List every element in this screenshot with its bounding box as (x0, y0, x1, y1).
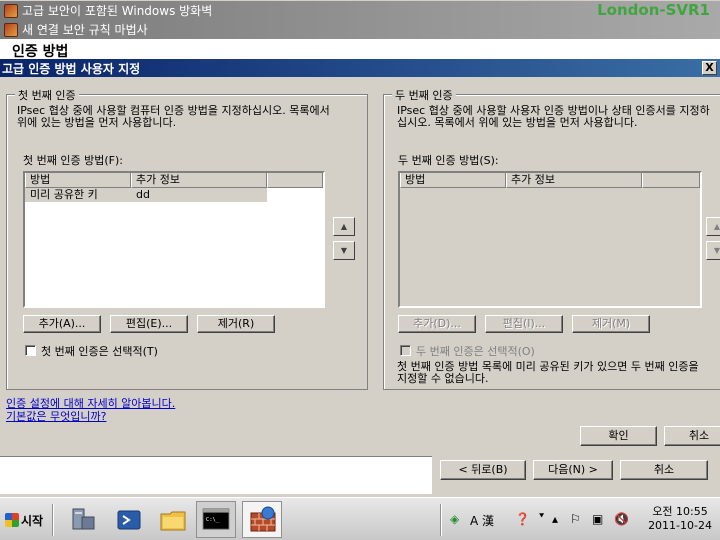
column-header-info[interactable]: 추가 정보 (131, 173, 267, 188)
defaults-link[interactable]: 기본값은 무엇입니까? (6, 408, 106, 424)
tray-expand-icon[interactable]: ▴ (552, 512, 558, 526)
wizard-footer: < 뒤로(B) 다음(N) > 취소 (0, 456, 720, 496)
list-item[interactable]: 미리 공유한 키 dd (25, 188, 267, 202)
firewall-app-icon (4, 22, 18, 37)
wizard-cancel-button[interactable]: 취소 (620, 460, 708, 480)
first-auth-group: 첫 번째 인증 IPsec 협상 중에 사용할 컴퓨터 인증 방법을 지정하십시… (6, 87, 368, 390)
second-edit-button[interactable]: 편집(I)... (485, 315, 563, 333)
first-auth-optional-checkbox[interactable] (25, 345, 36, 356)
window-title: 고급 보안이 포함된 Windows 방화벽 (22, 4, 213, 18)
first-auth-legend: 첫 번째 인증 (15, 87, 79, 103)
ime-options-icon[interactable]: ⯆ (538, 512, 545, 522)
clock-date: 2011-10-24 (648, 519, 712, 532)
second-auth-optional-checkbox[interactable] (400, 345, 411, 356)
help-icon[interactable]: ❓ (515, 512, 530, 526)
list-header: 방법 추가 정보 (25, 173, 323, 188)
move-down-button[interactable]: ▼ (333, 241, 355, 260)
network-icon[interactable]: ▣ (592, 512, 603, 526)
folder-icon[interactable] (158, 505, 188, 535)
system-clock[interactable]: 오전 10:55 2011-10-24 (648, 505, 712, 533)
first-auth-list-label: 첫 번째 인증 방법(F): (23, 154, 123, 167)
second-auth-method-list[interactable]: 방법 추가 정보 (398, 171, 702, 308)
list-header: 방법 추가 정보 (400, 173, 700, 188)
move-up-button[interactable]: ▲ (333, 217, 355, 236)
windows-flag-icon (5, 513, 19, 527)
auth-method-dialog: 고급 인증 방법 사용자 지정 X 첫 번째 인증 IPsec 협상 중에 사용… (0, 58, 720, 456)
ok-button[interactable]: 확인 (580, 426, 657, 446)
column-header-info[interactable]: 추가 정보 (506, 173, 642, 188)
column-header-filler (267, 173, 323, 188)
start-label: 시작 (21, 513, 44, 528)
dialog-title: 고급 인증 방법 사용자 지정 (2, 61, 141, 76)
first-auth-method-list[interactable]: 방법 추가 정보 미리 공유한 키 dd (23, 171, 325, 308)
watermark: London-SVR1 (597, 1, 710, 19)
ime-indicator[interactable]: A 漢 (470, 512, 494, 529)
firewall-task-button[interactable] (242, 501, 282, 538)
second-auth-optional-label: 두 번째 인증은 선택적(O) (416, 345, 535, 358)
column-header-method[interactable]: 방법 (25, 173, 131, 188)
first-auth-description: IPsec 협상 중에 사용할 컴퓨터 인증 방법을 지정하십시오. 목록에서 … (17, 105, 330, 129)
second-auth-list-label: 두 번째 인증 방법(S): (398, 154, 499, 167)
taskbar: 시작 C:\_ ◈ A 漢 ❓ ⯆ ▴ ⚐ ▣ 🔇 오전 10:55 2011-… (0, 497, 720, 540)
cmd-task-button[interactable]: C:\_ (196, 501, 236, 538)
back-button[interactable]: < 뒤로(B) (440, 460, 526, 480)
second-auth-group: 두 번째 인증 IPsec 협상 중에 사용할 사용자 인증 방법이나 상태 인… (383, 87, 720, 390)
firewall-icon (250, 506, 276, 532)
command-prompt-icon: C:\_ (202, 508, 230, 530)
language-icon[interactable]: ◈ (450, 512, 459, 526)
second-add-button[interactable]: 추가(D)... (398, 315, 476, 333)
second-auth-description: IPsec 협상 중에 사용할 사용자 인증 방법이나 상태 인증서를 지정하 … (397, 105, 710, 129)
dialog-title-bar[interactable]: 고급 인증 방법 사용자 지정 X (0, 59, 720, 77)
firewall-app-icon (4, 3, 18, 18)
add-button[interactable]: 추가(A)... (23, 315, 101, 333)
second-auth-note: 첫 번째 인증 방법 목록에 미리 공유된 키가 있으면 두 번째 인증을 지정… (397, 361, 699, 385)
close-button[interactable]: X (702, 61, 717, 75)
wizard-title-bar[interactable]: 새 연결 보안 규칙 마법사 (0, 20, 720, 39)
clock-time: 오전 10:55 (652, 505, 708, 518)
volume-muted-icon[interactable]: 🔇 (614, 512, 629, 526)
svg-text:C:\_: C:\_ (206, 517, 220, 523)
tray-separator (440, 504, 442, 536)
action-center-flag-icon[interactable]: ⚐ (570, 512, 581, 526)
column-header-filler (642, 173, 700, 188)
server-manager-icon[interactable] (68, 505, 98, 535)
list-item-method: 미리 공유한 키 (30, 188, 98, 201)
start-button[interactable]: 시작 (1, 506, 46, 534)
second-move-up-button[interactable]: ▲ (706, 217, 720, 236)
second-move-down-button[interactable]: ▼ (706, 241, 720, 260)
taskbar-separator (52, 504, 54, 536)
second-auth-legend: 두 번째 인증 (392, 87, 456, 103)
list-item-info: dd (136, 188, 150, 201)
powershell-icon[interactable] (114, 505, 144, 535)
dialog-cancel-button[interactable]: 취소 (664, 426, 720, 446)
first-auth-optional-label: 첫 번째 인증은 선택적(T) (41, 345, 158, 358)
wizard-header: 인증 방법 (0, 39, 720, 60)
column-header-method[interactable]: 방법 (400, 173, 506, 188)
next-button[interactable]: 다음(N) > (533, 460, 613, 480)
wizard-title: 새 연결 보안 규칙 마법사 (22, 23, 148, 37)
wizard-content-area (0, 456, 432, 494)
second-remove-button[interactable]: 제거(M) (572, 315, 650, 333)
edit-button[interactable]: 편집(E)... (110, 315, 188, 333)
remove-button[interactable]: 제거(R) (197, 315, 275, 333)
